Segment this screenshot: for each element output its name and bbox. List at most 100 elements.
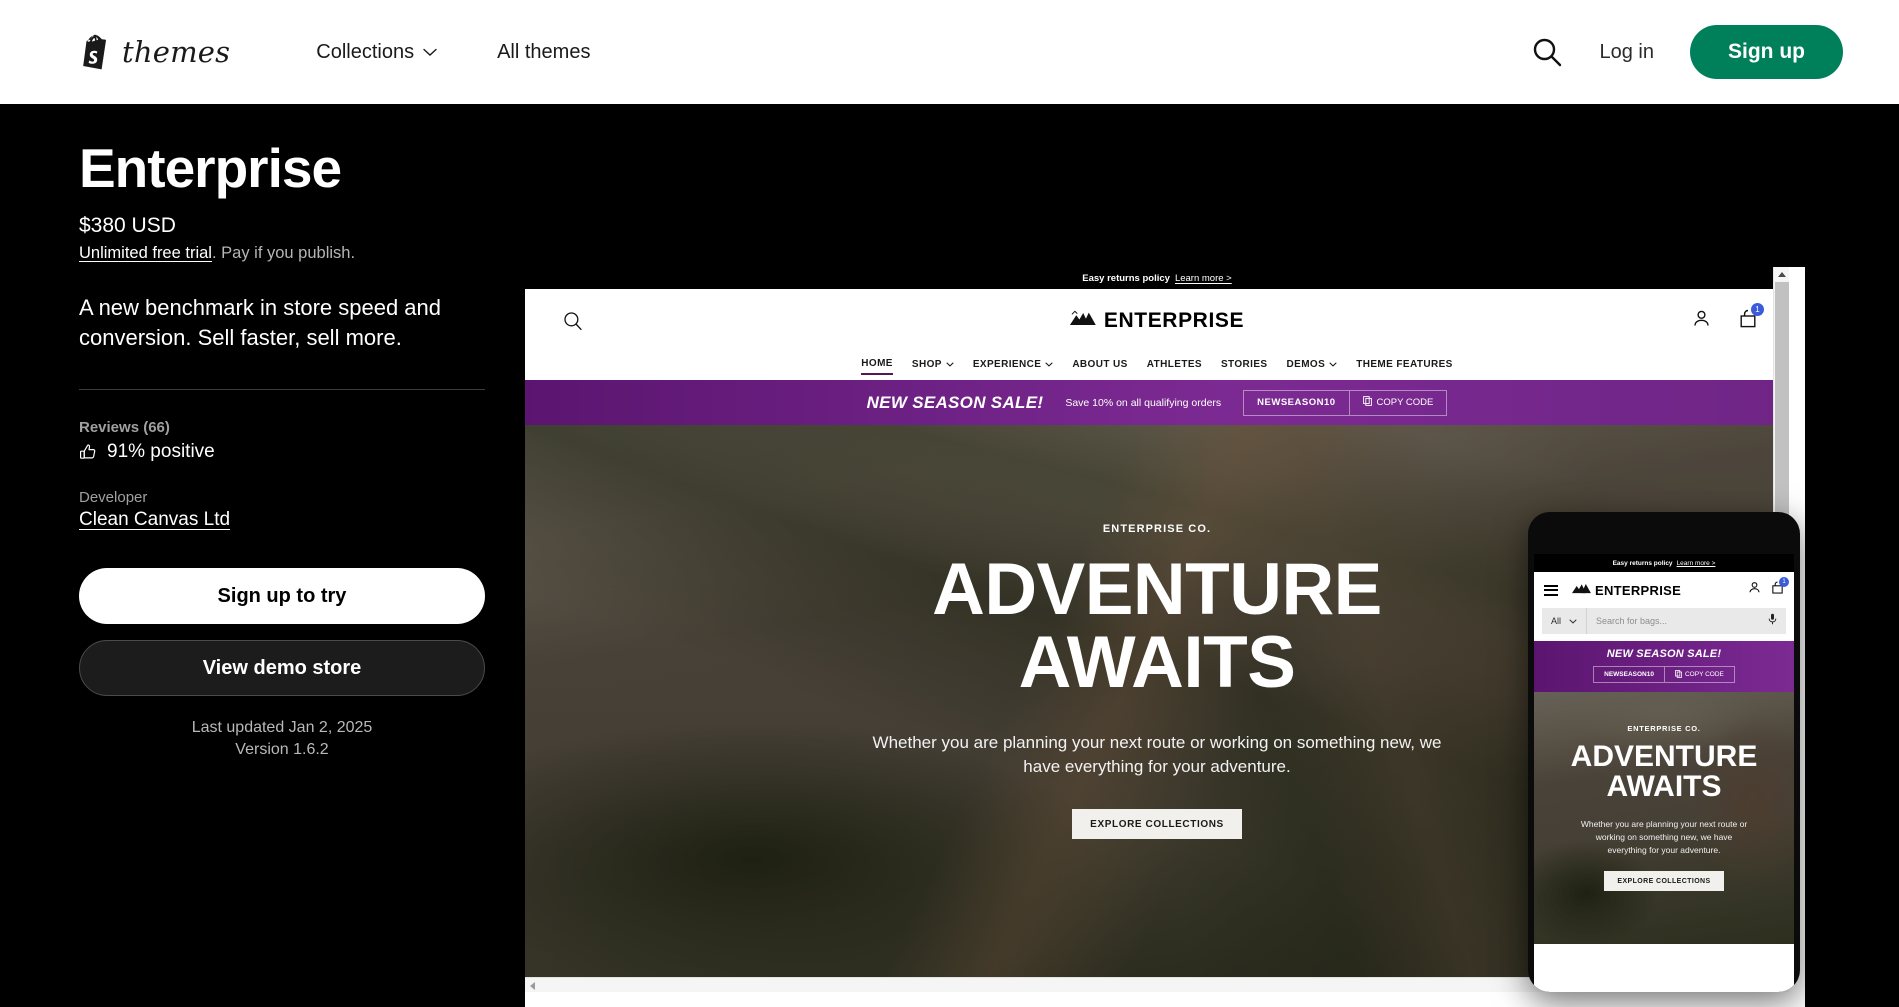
store-logo[interactable]: ENTERPRISE [1069,308,1245,333]
announcement-text: Easy returns policy [1082,272,1170,284]
trial-note: Unlimited free trial. Pay if you publish… [79,244,489,263]
scroll-up-arrow-icon[interactable] [1774,267,1789,282]
cart-count-badge: 1 [1751,302,1764,316]
mobile-preview-device[interactable]: Easy returns policy Learn more > ENTERPR… [1528,512,1800,992]
microphone-icon[interactable] [1768,612,1777,630]
mobile-hero-content: ENTERPRISE CO. ADVENTURE AWAITS Whether … [1534,692,1794,892]
shopify-bag-icon [76,33,110,71]
store-header-icons: 1 [1692,302,1764,333]
mobile-store-header: ENTERPRISE 1 [1534,572,1794,608]
chevron-down-icon [423,48,437,57]
mobile-hero-heading: ADVENTURE AWAITS [1534,742,1794,802]
login-link[interactable]: Log in [1600,41,1655,64]
account-icon[interactable] [1692,309,1711,333]
mobile-promo-code-box: NEWSEASON10 COPY CODE [1593,666,1735,683]
last-updated-text: Last updated Jan 2, 2025 [191,719,373,737]
store-logo-text: ENTERPRISE [1103,308,1245,332]
signup-button[interactable]: Sign up [1690,25,1843,79]
account-icon[interactable] [1748,581,1761,599]
store-nav-athletes-label: ATHLETES [1146,358,1202,370]
signup-to-try-button[interactable]: Sign up to try [79,568,485,625]
copy-code-button[interactable]: COPY CODE [1350,391,1447,415]
store-nav-stories-label: STORIES [1220,358,1268,370]
store-nav-experience-label: EXPERIENCE [972,358,1042,370]
reviews-label[interactable]: Reviews (66) [79,419,489,436]
chevron-down-icon [1569,616,1577,626]
mobile-hero-eyebrow: ENTERPRISE CO. [1627,724,1701,733]
mobile-announcement-text: Easy returns policy [1612,559,1673,567]
nav-item-all-themes[interactable]: All themes [497,41,590,64]
page-title: Enterprise [79,137,342,199]
store-nav-home-label: HOME [861,357,893,369]
chevron-down-icon [1045,359,1053,370]
store-nav-athletes[interactable]: ATHLETES [1147,359,1202,374]
mobile-hero-heading-line2: AWAITS [1606,770,1722,803]
brand-word: themes [122,35,231,69]
mobile-announcement-link[interactable]: Learn more > [1677,560,1716,567]
store-nav-home[interactable]: HOME [861,358,893,375]
copy-code-label: COPY CODE [1376,397,1434,408]
chevron-down-icon [946,359,954,370]
mobile-copy-code-button[interactable]: COPY CODE [1665,667,1734,682]
view-demo-store-button[interactable]: View demo store [79,640,485,697]
mobile-hero-heading-line1: ADVENTURE [1570,740,1758,773]
divider [79,389,485,391]
cart-icon[interactable]: 1 [1771,577,1789,599]
developer-link[interactable]: Clean Canvas Ltd [79,509,230,531]
mobile-search-category-value: All [1551,616,1562,626]
theme-info-panel: Enterprise $380 USD Unlimited free trial… [79,137,489,761]
nav-item-all-themes-label: All themes [497,40,591,63]
nav-item-collections-label: Collections [316,40,415,63]
preview-announcement-bar: Easy returns policy Learn more > [525,267,1789,289]
mobile-copy-code-label: COPY CODE [1684,671,1724,678]
main-nav: Collections All themes [316,41,590,64]
developer-label: Developer [79,489,148,507]
mobile-search-input[interactable]: Search for bags... [1587,616,1768,626]
copy-icon [1675,669,1682,680]
store-nav-theme-features-label: THEME FEATURES [1356,358,1453,370]
thumbs-up-icon [79,443,98,462]
mobile-search-category-select[interactable]: All [1542,608,1588,634]
chevron-down-icon [1329,359,1337,370]
sale-banner-title: NEW SEASON SALE! [866,392,1044,412]
store-nav-shop[interactable]: SHOP [912,359,954,374]
scroll-left-arrow-icon[interactable] [525,978,540,992]
trial-rest: . Pay if you publish. [211,243,356,262]
mobile-explore-collections-button[interactable]: EXPLORE COLLECTIONS [1604,871,1724,892]
site-header: themes Collections All themes Log in Sig… [0,0,1899,104]
hero-subtitle: Whether you are planning your next route… [872,733,1442,777]
nav-item-collections[interactable]: Collections [316,41,437,64]
explore-collections-button[interactable]: EXPLORE COLLECTIONS [1072,809,1242,840]
store-nav-experience[interactable]: EXPERIENCE [973,359,1053,374]
store-nav-about-us-label: ABOUT US [1072,358,1128,370]
store-nav-theme-features[interactable]: THEME FEATURES [1356,359,1453,374]
mobile-header-icons: 1 [1748,577,1789,599]
sale-banner-subtitle: Save 10% on all qualifying orders [1065,396,1222,409]
hamburger-icon[interactable] [1544,584,1558,596]
theme-tagline: A new benchmark in store speed and conve… [79,294,442,351]
shopify-themes-logo[interactable]: themes [76,33,230,71]
mobile-preview-screen: Easy returns policy Learn more > ENTERPR… [1534,554,1794,992]
mountain-icon [1069,310,1096,331]
store-nav-about-us[interactable]: ABOUT US [1072,359,1127,374]
rating-text: 91% positive [107,441,215,463]
mobile-sale-title: NEW SEASON SALE! [1606,648,1722,660]
mobile-hero-section: ENTERPRISE CO. ADVENTURE AWAITS Whether … [1534,692,1794,944]
store-nav-demos[interactable]: DEMOS [1287,359,1338,374]
mountain-icon [1572,581,1591,599]
mobile-hero-subtitle: Whether you are planning your next route… [1580,819,1748,855]
promo-code-box: NEWSEASON10 COPY CODE [1243,389,1448,416]
cart-icon[interactable]: 1 [1739,302,1764,333]
mobile-search-bar[interactable]: All Search for bags... [1542,608,1786,634]
store-nav-stories[interactable]: STORIES [1221,359,1268,374]
store-search-icon[interactable] [525,311,583,331]
free-trial-link[interactable]: Unlimited free trial [79,244,212,262]
announcement-learn-more-link[interactable]: Learn more > [1175,273,1232,284]
rating-row: 91% positive [79,441,489,463]
header-actions: Log in Sign up [1530,25,1843,79]
mobile-store-logo[interactable]: ENTERPRISE [1572,581,1681,599]
page-body: Enterprise $380 USD Unlimited free trial… [0,104,1899,1007]
version-text: Version 1.6.2 [235,741,329,759]
search-icon[interactable] [1530,35,1564,69]
mobile-cart-count-badge: 1 [1779,577,1789,587]
